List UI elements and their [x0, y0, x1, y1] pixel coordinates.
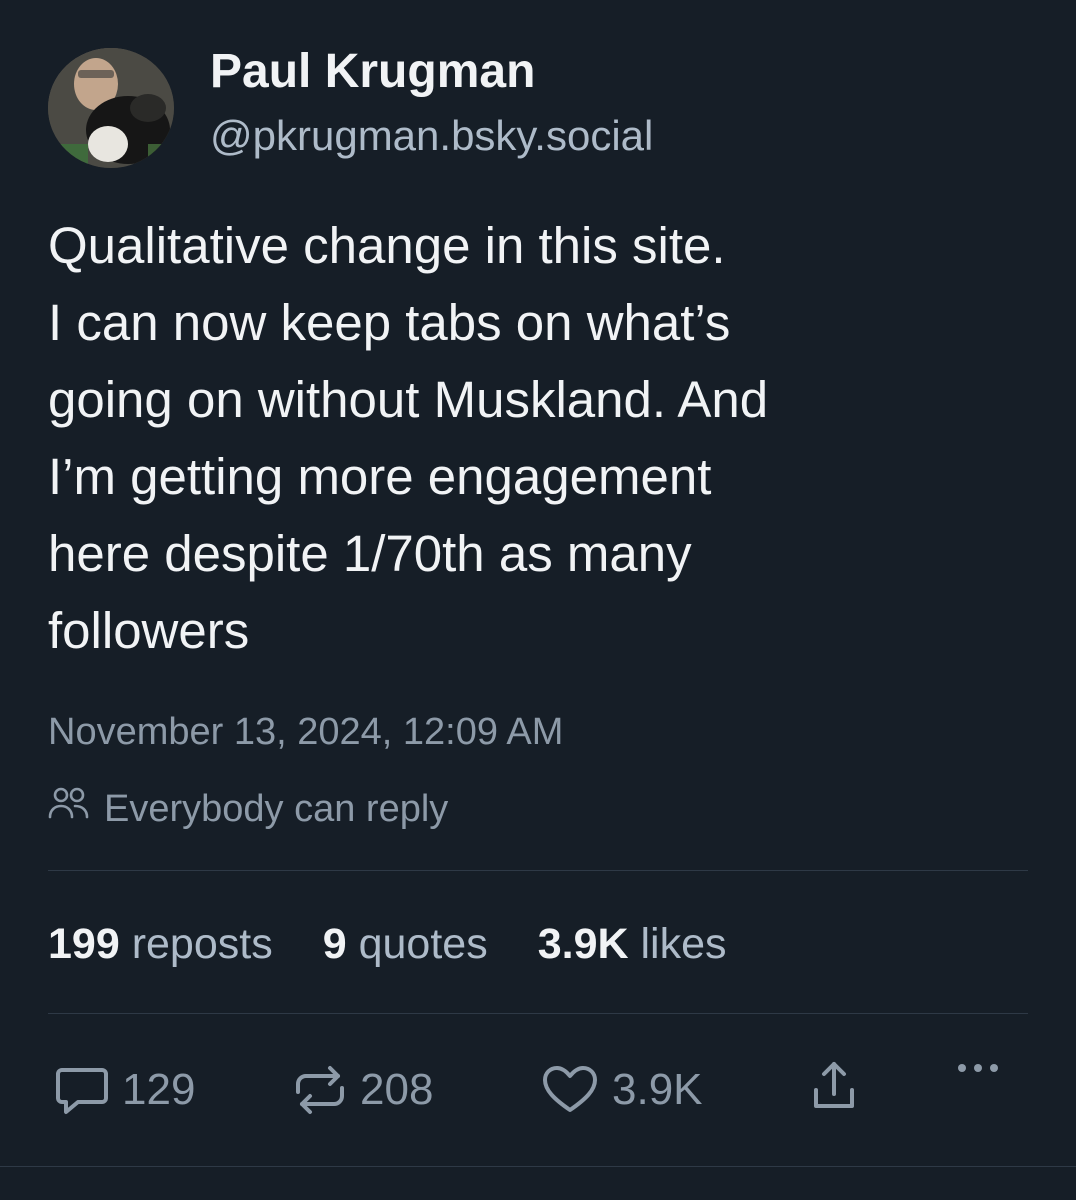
- reposts-stat[interactable]: 199 reposts: [48, 918, 273, 970]
- reply-setting: Everybody can reply: [48, 784, 448, 834]
- quotes-stat[interactable]: 9 quotes: [323, 918, 488, 970]
- more-icon: [954, 1058, 1002, 1078]
- likes-label: likes: [640, 920, 727, 968]
- post-text-line: I can now keep tabs on what’s: [48, 294, 731, 351]
- more-options-button[interactable]: [954, 1058, 1002, 1078]
- avatar[interactable]: [48, 48, 174, 168]
- post-text-line: going on without Muskland. And: [48, 371, 769, 428]
- reposts-count: 199: [48, 920, 120, 968]
- post-text-line: here despite 1/70th as many: [48, 525, 692, 582]
- avatar-photo: [48, 48, 174, 168]
- author-display-name[interactable]: Paul Krugman: [210, 44, 535, 100]
- divider: [48, 1013, 1028, 1014]
- like-icon: [540, 1064, 600, 1116]
- reply-count: 129: [122, 1065, 196, 1114]
- like-button[interactable]: 3.9K: [540, 1058, 703, 1122]
- people-icon: [48, 784, 90, 834]
- divider: [48, 870, 1028, 871]
- reply-setting-label: Everybody can reply: [104, 788, 449, 830]
- post-timestamp: November 13, 2024, 12:09 AM: [48, 711, 564, 753]
- post-thread-item: Paul Krugman @pkrugman.bsky.social Quali…: [0, 0, 1076, 1200]
- quotes-count: 9: [322, 920, 347, 968]
- author-handle[interactable]: @pkrugman.bsky.social: [210, 110, 653, 162]
- share-button[interactable]: [806, 1058, 862, 1114]
- engagement-stats: 199 reposts 9 quotes 3.9K likes: [48, 918, 727, 970]
- post-actions: 129 208 3.9K: [48, 1058, 1028, 1122]
- repost-button[interactable]: 208: [292, 1058, 433, 1122]
- post-text-line: followers: [48, 602, 250, 659]
- post-text-line: I’m getting more engagement: [48, 448, 712, 505]
- repost-count: 208: [360, 1065, 434, 1114]
- share-icon: [806, 1058, 862, 1114]
- quotes-label: quotes: [358, 920, 488, 968]
- post-text: Qualitative change in this site. I can n…: [48, 207, 1038, 669]
- reposts-label: reposts: [131, 920, 273, 968]
- like-count: 3.9K: [612, 1065, 703, 1114]
- post-text-line: Qualitative change in this site.: [48, 217, 726, 274]
- likes-stat[interactable]: 3.9K likes: [538, 918, 727, 970]
- likes-count: 3.9K: [537, 920, 629, 968]
- reply-icon: [54, 1064, 110, 1116]
- repost-icon: [292, 1064, 348, 1116]
- divider: [0, 1166, 1076, 1167]
- reply-button[interactable]: 129: [54, 1058, 195, 1122]
